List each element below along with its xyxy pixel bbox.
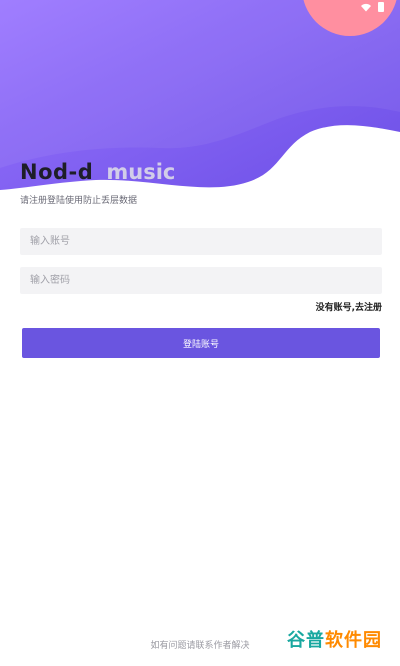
subtitle: 请注册登陆使用防止丢层数据 (20, 196, 138, 206)
watermark-part2: 软件园 (325, 630, 382, 651)
battery-icon (378, 2, 384, 12)
app-title: Nod-d (20, 160, 94, 184)
app-title-row: Nod-d music (20, 160, 175, 184)
login-screen: Nod-d music 请注册登陆使用防止丢层数据 没有账号,去注册 登陆账号 … (0, 0, 400, 666)
password-input[interactable] (20, 267, 382, 294)
watermark-part1: 谷普 (287, 630, 325, 651)
register-link[interactable]: 没有账号,去注册 (316, 300, 382, 313)
account-input[interactable] (20, 228, 382, 255)
watermark-logo: 谷普软件园 (281, 624, 388, 654)
app-title-ghost: music (106, 160, 176, 184)
wifi-icon (361, 3, 371, 11)
login-button[interactable]: 登陆账号 (22, 328, 380, 358)
status-bar (0, 0, 400, 18)
